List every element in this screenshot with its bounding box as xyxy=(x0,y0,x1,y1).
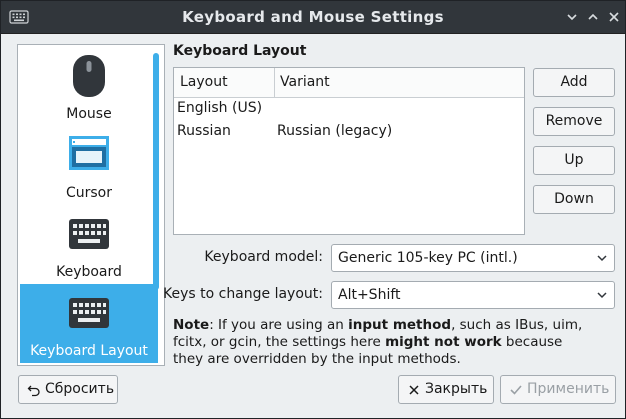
maximize-button[interactable] xyxy=(585,9,601,25)
layout-cell: English (US) xyxy=(177,100,263,116)
sidebar-scrollbar[interactable] xyxy=(153,53,159,290)
undo-icon xyxy=(27,385,40,397)
keyboard-model-label: Keyboard model: xyxy=(204,249,323,265)
change-layout-keys-label: Keys to change layout: xyxy=(162,286,323,302)
add-layout-button[interactable]: Add xyxy=(533,68,615,97)
minimize-button[interactable] xyxy=(564,9,580,25)
column-divider xyxy=(274,68,275,98)
layout-table: Layout Variant English (US) Russian Russ… xyxy=(173,67,525,235)
sidebar-item-cursor[interactable]: Cursor xyxy=(20,126,158,205)
layout-cell: Russian xyxy=(177,123,231,139)
section-title: Keyboard Layout xyxy=(173,43,307,59)
checkmark-icon xyxy=(510,385,522,395)
minimize-icon xyxy=(567,14,577,21)
keyboard-icon xyxy=(69,219,109,249)
change-layout-keys-select[interactable]: Alt+Shift xyxy=(331,281,615,309)
sidebar-item-keyboard[interactable]: Keyboard xyxy=(20,205,158,284)
sidebar-item-label: Mouse xyxy=(66,106,112,122)
sidebar-item-keyboard-layout[interactable]: Keyboard Layout xyxy=(20,284,158,363)
close-icon xyxy=(609,12,619,22)
column-header-variant[interactable]: Variant xyxy=(280,74,330,90)
title-bar[interactable]: Keyboard and Mouse Settings xyxy=(1,1,625,34)
mouse-icon xyxy=(73,55,105,97)
sidebar-item-label: Keyboard xyxy=(56,264,122,280)
apply-button-label: Применить xyxy=(527,381,610,397)
sidebar-item-label: Cursor xyxy=(65,185,113,201)
move-down-button[interactable]: Down xyxy=(533,185,615,214)
close-button-label: Закрыть xyxy=(425,381,488,397)
close-window-button[interactable] xyxy=(606,9,622,25)
keyboard-layout-icon xyxy=(69,298,109,328)
chevron-down-icon xyxy=(597,255,607,262)
move-up-button[interactable]: Up xyxy=(533,146,615,175)
input-method-note: Note: If you are using an input method, … xyxy=(173,317,583,367)
sidebar-item-mouse[interactable]: Mouse xyxy=(20,47,158,126)
remove-layout-button[interactable]: Remove xyxy=(533,107,615,136)
maximize-icon xyxy=(588,13,598,20)
table-row[interactable]: Russian Russian (legacy) xyxy=(174,121,524,144)
reset-button-label: Сбросить xyxy=(45,381,115,397)
cursor-icon xyxy=(69,136,109,170)
category-sidebar: Mouse Cursor Keyboard Keyboard Layout xyxy=(17,44,165,366)
apply-button[interactable]: Применить xyxy=(500,375,616,404)
close-icon xyxy=(409,385,419,395)
change-layout-keys-value: Alt+Shift xyxy=(338,287,401,303)
keyboard-model-select[interactable]: Generic 105-key PC (intl.) xyxy=(331,244,615,272)
table-header: Layout Variant xyxy=(174,68,524,98)
keyboard-model-value: Generic 105-key PC (intl.) xyxy=(338,250,518,266)
close-button[interactable]: Закрыть xyxy=(398,375,494,404)
reset-button[interactable]: Сбросить xyxy=(18,375,118,404)
settings-window: Keyboard and Mouse Settings Mouse Cursor… xyxy=(0,0,626,419)
window-title: Keyboard and Mouse Settings xyxy=(182,8,444,26)
chevron-down-icon xyxy=(597,292,607,299)
column-header-layout[interactable]: Layout xyxy=(180,74,228,90)
sidebar-item-label: Keyboard Layout xyxy=(30,343,148,359)
variant-cell: Russian (legacy) xyxy=(277,123,393,139)
table-row[interactable]: English (US) xyxy=(174,98,524,121)
